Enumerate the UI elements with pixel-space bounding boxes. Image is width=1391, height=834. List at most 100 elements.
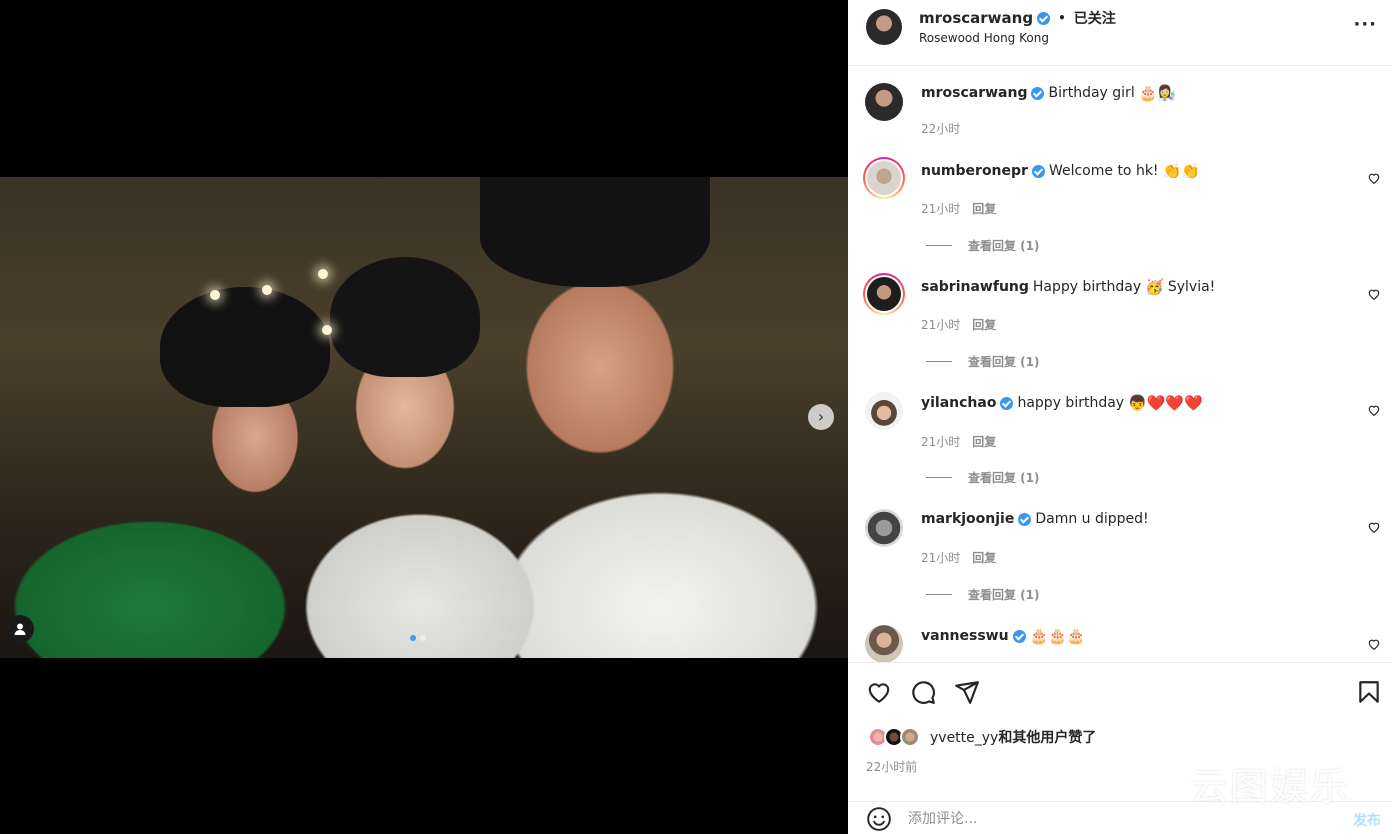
author-avatar[interactable] <box>866 9 902 45</box>
commenter-avatar[interactable] <box>865 625 903 662</box>
photo-light <box>318 269 328 279</box>
caption-avatar[interactable] <box>865 83 903 121</box>
separator: • <box>1058 11 1066 25</box>
reply-button[interactable]: 回复 <box>972 549 996 566</box>
author-username[interactable]: mroscarwang <box>919 9 1033 27</box>
like-comment-heart-icon[interactable] <box>1367 403 1381 417</box>
like-comment-heart-icon[interactable] <box>1367 287 1381 301</box>
user-tags-button[interactable] <box>6 615 34 643</box>
comment-input[interactable] <box>908 808 1308 830</box>
add-comment-bar: 发布 <box>848 801 1391 834</box>
verified-icon <box>1018 512 1032 526</box>
follow-status-button[interactable]: 已关注 <box>1074 8 1116 28</box>
comment-emoji: 👏👏 <box>1162 162 1200 180</box>
like-comment-heart-icon[interactable] <box>1367 637 1381 651</box>
commenter-avatar[interactable] <box>865 509 903 547</box>
caption-line: mroscarwang Birthday girl 🎂👩‍🔬 <box>921 84 1176 102</box>
comment-emoji: 🥳 <box>1145 278 1164 296</box>
post-comment-button[interactable]: 发布 <box>1353 810 1381 830</box>
caption-username[interactable]: mroscarwang <box>921 85 1027 101</box>
divider <box>926 361 952 362</box>
comment-meta: 21小时 回复 <box>921 433 996 450</box>
comment-emoji: 🎂🎂🎂 <box>1029 627 1086 645</box>
photo-detail <box>330 257 480 377</box>
reply-button[interactable]: 回复 <box>972 200 996 217</box>
comment-username[interactable]: yilanchao <box>921 395 996 411</box>
comment-time: 21小时 <box>921 318 961 332</box>
story-ring[interactable] <box>863 157 905 199</box>
commenter-avatar[interactable] <box>865 392 903 430</box>
commenter-avatar <box>867 277 901 311</box>
carousel-dot <box>420 635 426 641</box>
reply-button[interactable]: 回复 <box>972 433 996 450</box>
post-media: › <box>0 0 848 834</box>
verified-icon <box>1031 86 1045 100</box>
carousel-indicator <box>410 635 426 641</box>
comment-meta: 21小时 回复 <box>921 549 996 566</box>
view-replies-label: 查看回复 (1) <box>968 355 1040 369</box>
photo-detail <box>480 177 710 287</box>
liked-by-text: yvette_yy和其他用户赞了 <box>930 727 1096 747</box>
view-replies-label: 查看回复 (1) <box>968 471 1040 485</box>
comment-username[interactable]: sabrinawfung <box>921 279 1029 295</box>
comment-text: Damn u dipped! <box>1035 511 1149 527</box>
photo-light <box>322 325 332 335</box>
next-slide-button[interactable]: › <box>808 404 834 430</box>
like-comment-heart-icon[interactable] <box>1367 171 1381 185</box>
comment-username[interactable]: markjoonjie <box>921 511 1014 527</box>
comment-text: Happy birthday <box>1032 279 1142 295</box>
photo-light <box>262 285 272 295</box>
view-replies-button[interactable]: 查看回复 (1) <box>926 586 1040 603</box>
comments-list[interactable]: mroscarwang Birthday girl 🎂👩‍🔬 22小时 numb… <box>848 66 1391 662</box>
comment-line: numberonepr Welcome to hk! 👏👏 <box>921 162 1200 180</box>
view-replies-button[interactable]: 查看回复 (1) <box>926 237 1040 254</box>
caption-text: Birthday girl <box>1048 85 1135 101</box>
comment-username[interactable]: numberonepr <box>921 163 1028 179</box>
bookmark-icon[interactable] <box>1356 679 1382 705</box>
divider <box>926 245 952 246</box>
photo-detail <box>160 287 330 407</box>
comment-line: vannesswu 🎂🎂🎂 <box>921 627 1086 645</box>
verified-icon <box>1000 396 1014 410</box>
like-heart-icon[interactable] <box>866 679 892 705</box>
view-replies-button[interactable]: 查看回复 (1) <box>926 469 1040 486</box>
comment-text: happy birthday <box>1017 395 1125 411</box>
comment-time: 21小时 <box>921 551 961 565</box>
comment-line: sabrinawfung Happy birthday 🥳 Sylvia! <box>921 278 1215 296</box>
carousel-dot-active <box>410 635 416 641</box>
view-replies-label: 查看回复 (1) <box>968 588 1040 602</box>
comment-text: Welcome to hk! <box>1048 163 1159 179</box>
photo-light <box>210 290 220 300</box>
comment-time: 21小时 <box>921 435 961 449</box>
commenter-avatar <box>867 161 901 195</box>
caption-emoji: 🎂👩‍🔬 <box>1138 84 1177 102</box>
verified-icon <box>1031 164 1045 178</box>
more-options-icon[interactable]: ··· <box>1353 14 1377 35</box>
view-replies-button[interactable]: 查看回复 (1) <box>926 353 1040 370</box>
comment-meta: 21小时 回复 <box>921 316 996 333</box>
like-comment-heart-icon[interactable] <box>1367 520 1381 534</box>
liked-by-suffix: 和其他用户赞了 <box>998 730 1097 746</box>
post-actions: yvette_yy和其他用户赞了 22小时前 发布 <box>848 662 1391 834</box>
reply-button[interactable]: 回复 <box>972 316 996 333</box>
emoji-smile-icon[interactable] <box>866 806 892 832</box>
comment-emoji: 👦❤️❤️❤️ <box>1128 394 1203 412</box>
view-replies-label: 查看回复 (1) <box>968 239 1040 253</box>
comment-meta: 21小时 回复 <box>921 200 996 217</box>
comment-bubble-icon[interactable] <box>910 679 936 705</box>
divider <box>926 477 952 478</box>
liker-username[interactable]: yvette_yy <box>930 730 998 746</box>
liker-avatar <box>900 727 920 747</box>
story-ring[interactable] <box>863 273 905 315</box>
post-timestamp: 22小时前 <box>866 760 918 774</box>
comment-username[interactable]: vannesswu <box>921 628 1009 644</box>
post-photo[interactable] <box>0 177 848 658</box>
caption-meta: 22小时 <box>921 120 960 137</box>
liked-by[interactable]: yvette_yy和其他用户赞了 <box>868 727 1096 747</box>
post-header: mroscarwang • 已关注 Rosewood Hong Kong ··· <box>848 0 1391 66</box>
share-send-icon[interactable] <box>954 679 980 705</box>
post-side-panel: mroscarwang • 已关注 Rosewood Hong Kong ···… <box>848 0 1391 834</box>
person-icon <box>14 623 26 635</box>
comment-line: markjoonjie Damn u dipped! <box>921 511 1149 527</box>
location-link[interactable]: Rosewood Hong Kong <box>919 31 1049 45</box>
